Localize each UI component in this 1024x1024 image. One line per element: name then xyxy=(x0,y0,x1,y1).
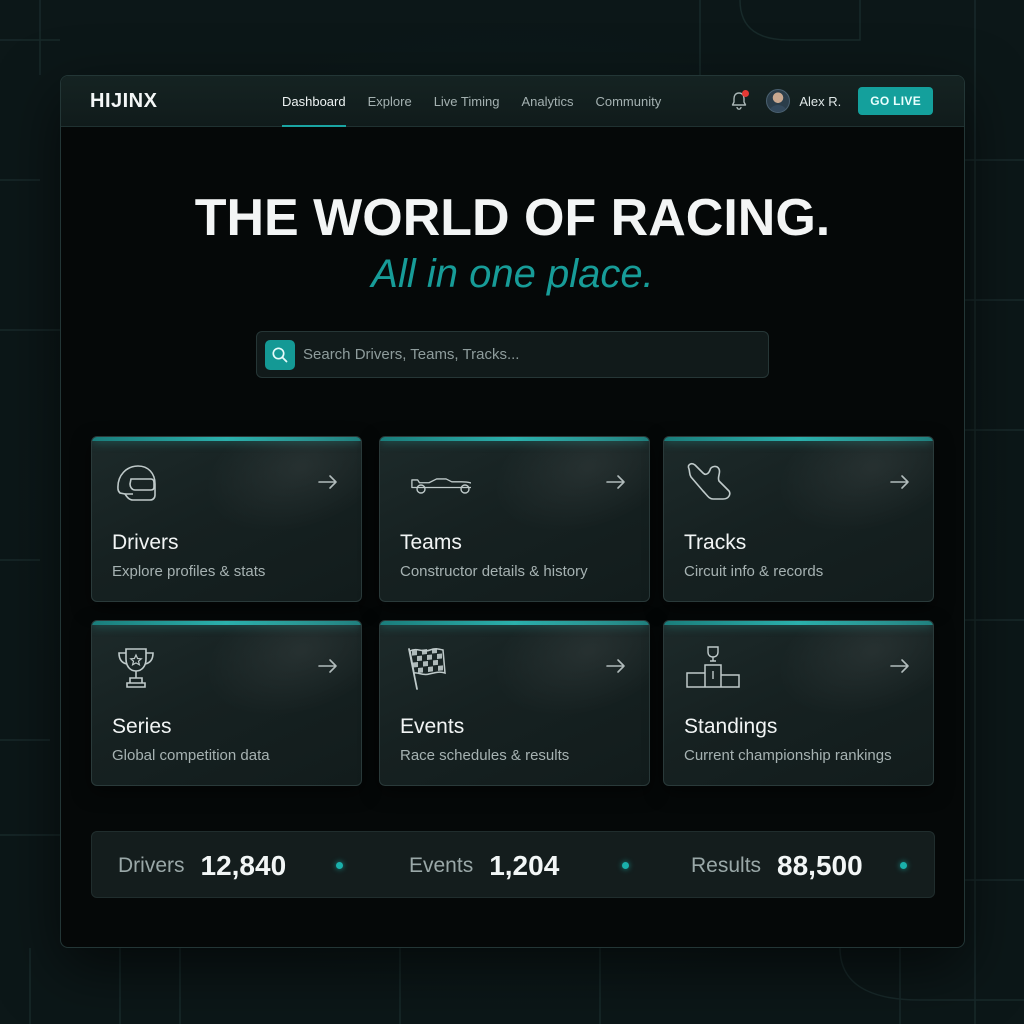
search-input[interactable] xyxy=(303,346,743,363)
card-teams[interactable]: Teams Constructor details & history xyxy=(379,436,650,602)
arrow-right-icon xyxy=(318,659,337,673)
app-window: HIJINX Dashboard Explore Live Timing Ana… xyxy=(60,75,965,948)
stat-events: Events 1,204 xyxy=(409,832,559,899)
card-description: Constructor details & history xyxy=(400,563,588,580)
stat-value: 88,500 xyxy=(777,849,863,881)
stat-label: Drivers xyxy=(118,853,185,877)
card-events[interactable]: Events Race schedules & results xyxy=(379,620,650,786)
checkered-flag-icon xyxy=(408,648,446,690)
arrow-right-icon xyxy=(890,659,909,673)
avatar[interactable] xyxy=(766,89,791,113)
card-title: Drivers xyxy=(112,531,179,554)
arrow-right-icon xyxy=(318,475,337,489)
arrow-right-icon xyxy=(890,475,909,489)
circuit-icon xyxy=(687,462,731,500)
nav-item-explore[interactable]: Explore xyxy=(368,76,412,127)
stat-value: 1,204 xyxy=(489,849,560,881)
stat-label: Results xyxy=(691,853,762,877)
search-icon xyxy=(272,346,288,362)
card-description: Current championship rankings xyxy=(684,747,892,764)
go-live-button[interactable]: GO LIVE xyxy=(858,87,933,115)
nav-item-live-timing[interactable]: Live Timing xyxy=(434,76,500,127)
card-description: Circuit info & records xyxy=(684,563,824,580)
stats-bar: Drivers 12,840 Events 1,204 Results 88,5… xyxy=(91,831,935,898)
card-tracks[interactable]: Tracks Circuit info & records xyxy=(663,436,934,602)
stat-label: Events xyxy=(409,853,474,877)
top-navigation-bar: HIJINX Dashboard Explore Live Timing Ana… xyxy=(61,76,964,127)
stat-indicator-dot xyxy=(900,862,907,869)
card-title: Standings xyxy=(684,715,778,738)
hero-title: THE WORLD OF RACING. xyxy=(194,189,831,247)
race-car-icon xyxy=(411,478,471,494)
stat-indicator-dot xyxy=(622,862,629,869)
hero-subtitle: All in one place. xyxy=(371,252,654,296)
nav-item-dashboard[interactable]: Dashboard xyxy=(282,76,346,127)
stat-indicator-dot xyxy=(336,862,343,869)
podium-icon xyxy=(686,646,740,688)
stat-value: 12,840 xyxy=(200,849,287,881)
card-title: Events xyxy=(400,715,465,738)
user-tools: Alex R. GO LIVE xyxy=(728,87,933,115)
notifications-button[interactable] xyxy=(728,90,750,112)
stat-results: Results 88,500 xyxy=(691,832,863,899)
card-title: Series xyxy=(112,715,172,738)
nav-item-analytics[interactable]: Analytics xyxy=(521,76,573,127)
card-description: Race schedules & results xyxy=(400,747,570,764)
card-drivers[interactable]: Drivers Explore profiles & stats xyxy=(91,436,362,602)
card-series[interactable]: Series Global competition data xyxy=(91,620,362,786)
card-description: Global competition data xyxy=(112,747,270,764)
main-nav: Dashboard Explore Live Timing Analytics … xyxy=(282,76,683,127)
nav-item-community[interactable]: Community xyxy=(595,76,661,127)
arrow-right-icon xyxy=(606,659,625,673)
card-standings[interactable]: Standings Current championship rankings xyxy=(663,620,934,786)
trophy-icon xyxy=(118,648,154,688)
username[interactable]: Alex R. xyxy=(799,94,841,109)
logo[interactable]: HIJINX xyxy=(90,90,157,113)
search-button[interactable] xyxy=(265,339,295,370)
search-bar xyxy=(256,331,769,378)
arrow-right-icon xyxy=(606,475,625,489)
stat-drivers: Drivers 12,840 xyxy=(118,832,286,899)
card-description: Explore profiles & stats xyxy=(112,563,266,580)
card-title: Teams xyxy=(400,531,462,554)
card-title: Tracks xyxy=(684,531,747,554)
helmet-icon xyxy=(117,465,156,501)
